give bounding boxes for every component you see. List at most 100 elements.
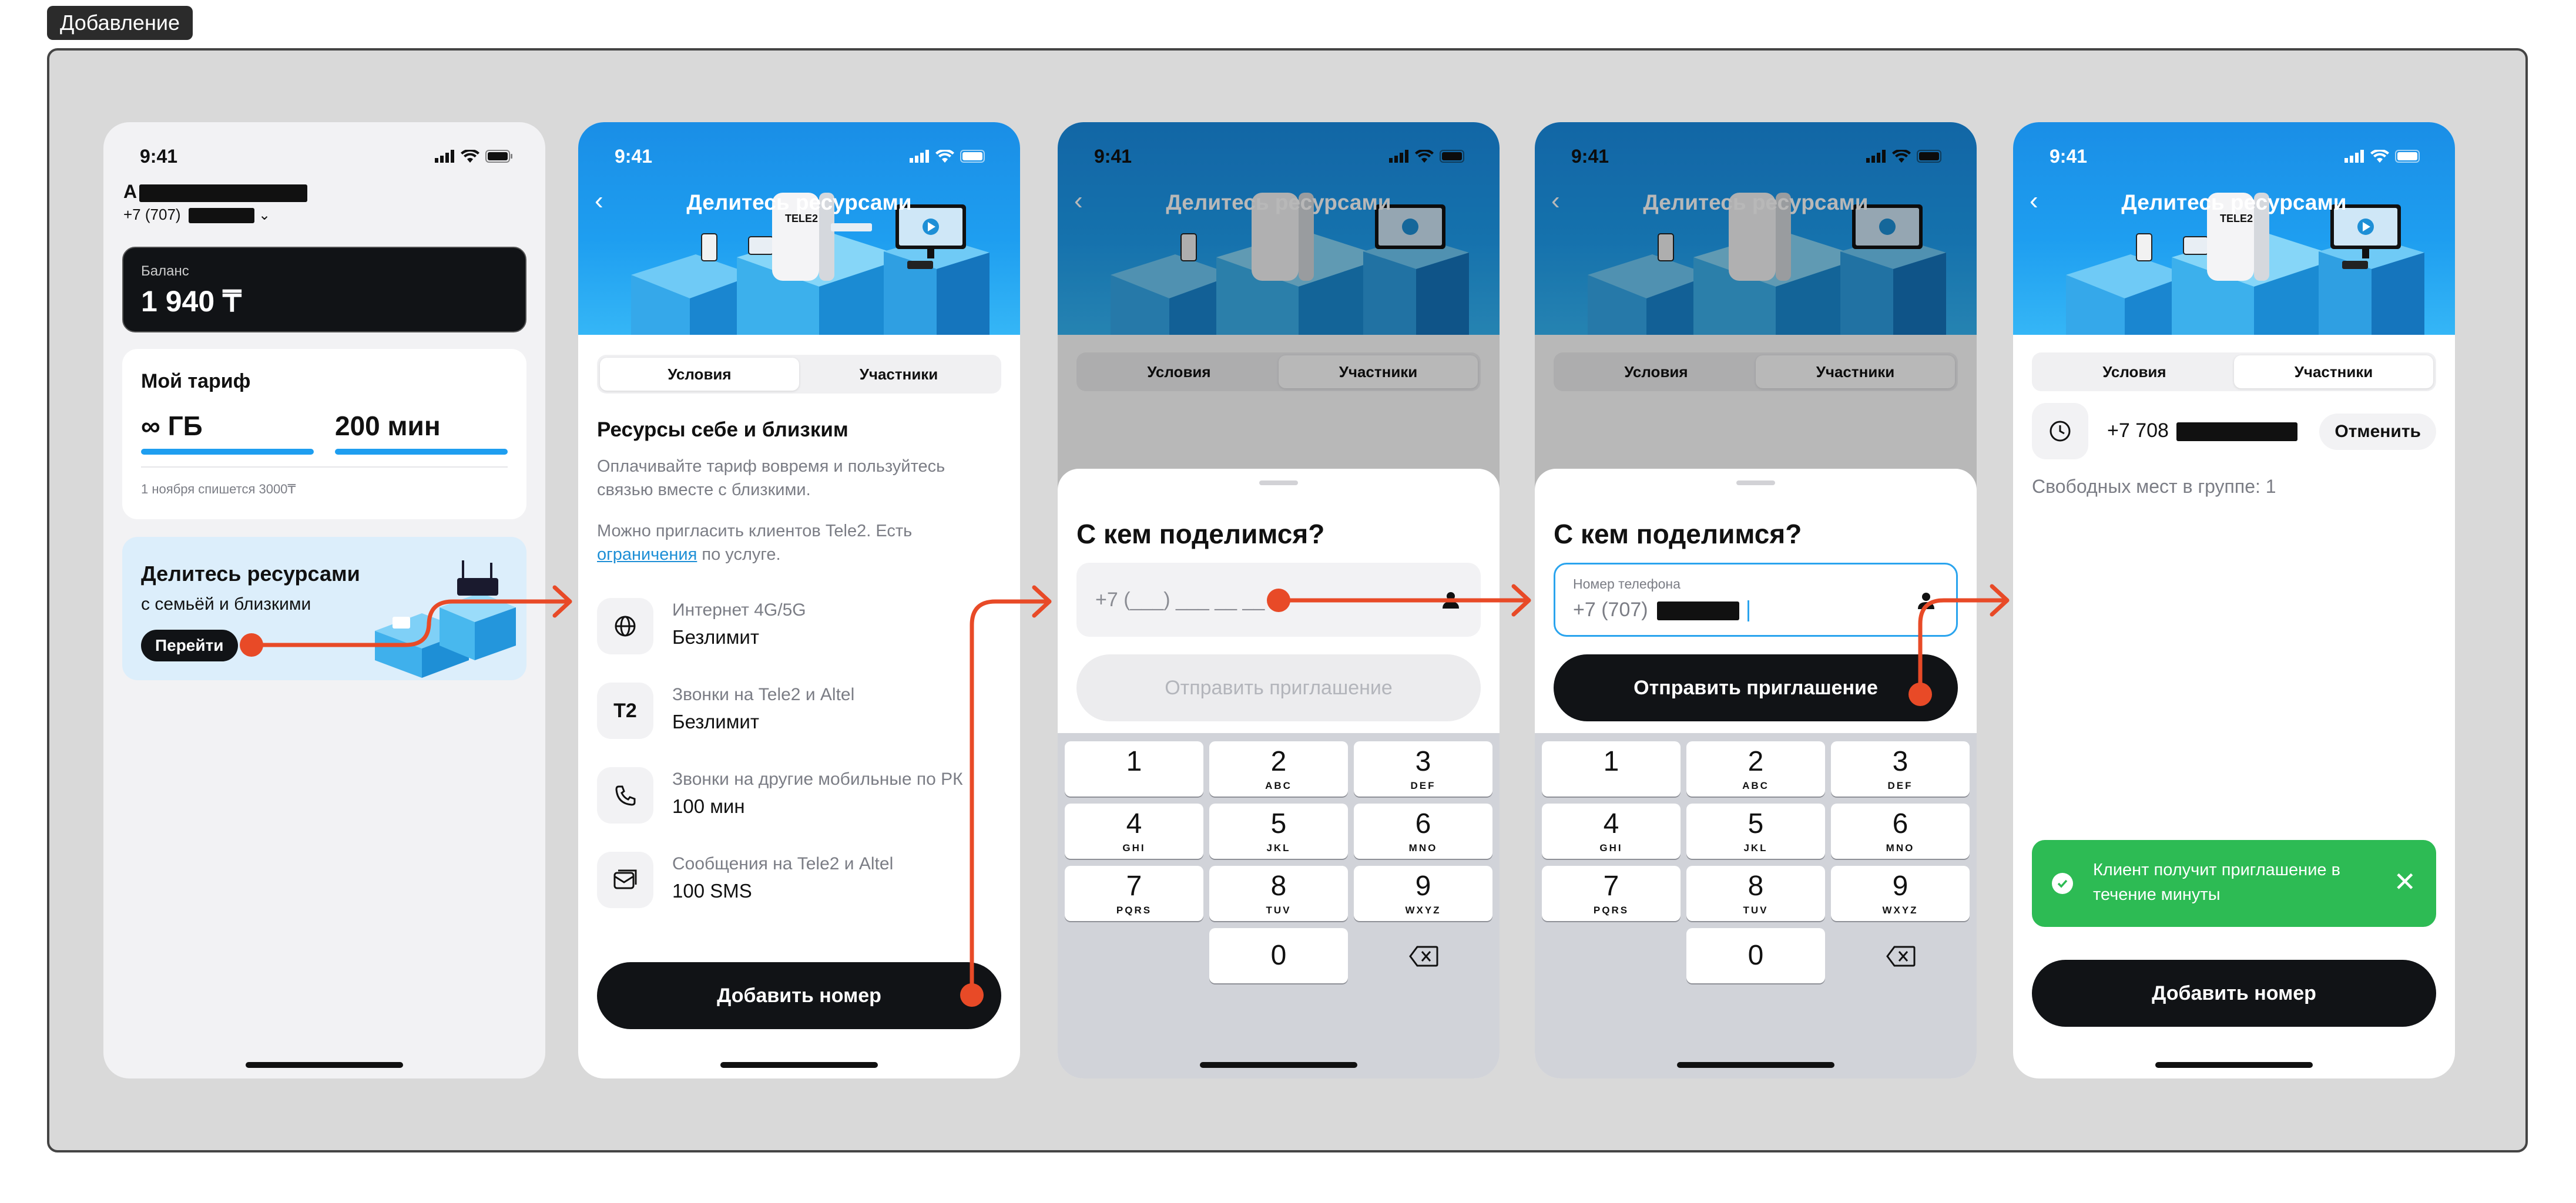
status-icons (435, 150, 512, 163)
close-icon[interactable]: ✕ (2393, 868, 2416, 895)
key-4[interactable]: 4 GHI (1065, 804, 1203, 859)
key-5[interactable]: 5 JKL (1209, 804, 1348, 859)
balance-card[interactable]: Баланс 1 940 ₸ (122, 247, 526, 332)
canvas: Добавление 9:41 А +7 (707) ⌄ Баланс 1 94… (0, 0, 2576, 1203)
sheet-grabber[interactable] (1259, 480, 1298, 485)
redacted-phone (2176, 422, 2298, 442)
key-digit: 8 (1747, 871, 1764, 902)
key-digit: 1 (1126, 746, 1142, 777)
feature-title: Звонки на Tele2 и Altel (672, 685, 855, 704)
section-description: Оплачивайте тариф вовремя и пользуйтесь … (597, 457, 945, 499)
limits-text: Можно пригласить клиентов Tele2. Есть (597, 522, 913, 540)
tab-conditions[interactable]: Условия (600, 358, 799, 391)
key-digit: 5 (1270, 808, 1287, 839)
tele2-icon-label: T2 (613, 699, 637, 722)
phone-field-prefix: +7 (707) (1573, 599, 1648, 621)
promo-subtitle: с семьёй и близкими (141, 594, 311, 614)
tab-members[interactable]: Участники (799, 358, 998, 391)
key-digit: 4 (1603, 808, 1619, 839)
phone-field-label: Номер телефона (1573, 576, 1681, 592)
key-0[interactable]: 0 (1686, 928, 1825, 983)
key-6[interactable]: 6 MNO (1831, 804, 1970, 859)
key-5[interactable]: 5 JKL (1686, 804, 1825, 859)
gb-progress-bar (141, 449, 314, 455)
key-3[interactable]: 3 DEF (1831, 741, 1970, 797)
chevron-down-icon: ⌄ (259, 207, 271, 223)
contact-icon[interactable] (1441, 590, 1461, 610)
key-0[interactable]: 0 (1209, 928, 1348, 983)
key-7[interactable]: 7 PQRS (1065, 866, 1203, 921)
text-cursor (1747, 600, 1749, 622)
section-heading: Ресурсы себе и близким (597, 418, 848, 441)
status-time: 9:41 (2050, 145, 2088, 167)
key-letters: MNO (1408, 842, 1438, 853)
key-letters: PQRS (1116, 905, 1152, 916)
feature-value: Безлимит (672, 711, 759, 732)
limits-link[interactable]: ограничения (597, 545, 697, 564)
feature-other-calls: Звонки на другие мобильные по РК 100 мин (597, 767, 1008, 832)
send-invite-button[interactable]: Отправить приглашение (1076, 654, 1481, 721)
invite-sheet: С кем поделимся? +7 (___) ___ __ __ Отпр… (1058, 469, 1500, 1078)
key-1[interactable]: 1 (1065, 741, 1203, 797)
key-8[interactable]: 8 TUV (1209, 866, 1348, 921)
phone-input-focused[interactable]: Номер телефона +7 (707) (1554, 563, 1958, 637)
feature-value: Безлимит (672, 626, 759, 648)
status-bar: 9:41 (578, 139, 1020, 174)
tab-conditions[interactable]: Условия (2035, 355, 2234, 388)
phone-input[interactable]: +7 (___) ___ __ __ (1076, 563, 1481, 637)
backspace-icon[interactable] (1886, 946, 1916, 967)
invite-sheet: С кем поделимся? Номер телефона +7 (707)… (1535, 469, 1977, 1078)
key-6[interactable]: 6 MNO (1354, 804, 1492, 859)
status-time: 9:41 (615, 145, 653, 167)
key-1[interactable]: 1 (1542, 741, 1681, 797)
go-button[interactable]: Перейти (141, 630, 238, 661)
send-invite-button[interactable]: Отправить приглашение (1554, 654, 1958, 721)
key-digit: 5 (1747, 808, 1764, 839)
account-number[interactable]: +7 (707) ⌄ (123, 206, 270, 224)
key-digit: 4 (1126, 808, 1142, 839)
feature-internet: Интернет 4G/5G Безлимит (597, 598, 1008, 663)
key-4[interactable]: 4 GHI (1542, 804, 1681, 859)
key-3[interactable]: 3 DEF (1354, 741, 1492, 797)
key-letters: ABC (1265, 780, 1292, 791)
feature-title: Интернет 4G/5G (672, 600, 806, 620)
signal-icon (435, 150, 454, 163)
key-digit: 0 (1270, 940, 1287, 971)
key-2[interactable]: 2 ABC (1686, 741, 1825, 797)
add-number-button[interactable]: Добавить номер (2032, 960, 2436, 1027)
numeric-keypad: 1 2 ABC 3 DEF 4 GHI 5 JKL 6 MNO 7 PQRS 8 TUV 9 W… (1058, 733, 1500, 1078)
key-digit: 6 (1892, 808, 1908, 839)
home-indicator (1677, 1062, 1834, 1068)
key-letters: ABC (1742, 780, 1769, 791)
cancel-invite-button[interactable]: Отменить (2319, 414, 2436, 450)
feature-title: Сообщения на Tele2 и Altel (672, 854, 894, 873)
router-illustration (375, 560, 516, 678)
home-indicator (720, 1062, 878, 1068)
key-9[interactable]: 9 WXYZ (1831, 866, 1970, 921)
status-bar: 9:41 (103, 139, 545, 174)
wifi-icon (461, 150, 479, 163)
key-7[interactable]: 7 PQRS (1542, 866, 1681, 921)
key-letters: WXYZ (1882, 905, 1918, 916)
feature-value: 100 мин (672, 795, 745, 817)
key-9[interactable]: 9 WXYZ (1354, 866, 1492, 921)
share-promo-card[interactable]: Делитесь ресурсами с семьёй и близкими П… (122, 537, 526, 680)
contact-icon[interactable] (1916, 590, 1936, 610)
key-digit: 8 (1270, 871, 1287, 902)
tab-members[interactable]: Участники (2234, 355, 2433, 388)
screen-title: Делитесь ресурсами (686, 190, 912, 214)
sheet-grabber[interactable] (1736, 480, 1775, 485)
key-2[interactable]: 2 ABC (1209, 741, 1348, 797)
key-digit: 0 (1747, 940, 1764, 971)
account-name[interactable]: А (123, 181, 308, 203)
add-number-button[interactable]: Добавить номер (597, 962, 1001, 1029)
key-digit: 9 (1415, 871, 1431, 902)
backspace-icon[interactable] (1409, 946, 1438, 967)
key-8[interactable]: 8 TUV (1686, 866, 1825, 921)
screen-invite-filled: ‹ Делитесь ресурсами 9:41 Условия Участн… (1535, 122, 1977, 1078)
redacted-phone (1657, 602, 1740, 621)
key-letters: DEF (1410, 780, 1436, 791)
tariff-card[interactable]: Мой тариф ∞ ГБ 200 мин 1 ноября спишется… (122, 349, 526, 519)
screen-home: 9:41 А +7 (707) ⌄ Баланс 1 940 ₸ Мой тар… (103, 122, 545, 1078)
numeric-keypad: 1 2 ABC 3 DEF 4 GHI 5 JKL 6 MNO 7 PQRS 8 TUV 9 W… (1535, 733, 1977, 1078)
